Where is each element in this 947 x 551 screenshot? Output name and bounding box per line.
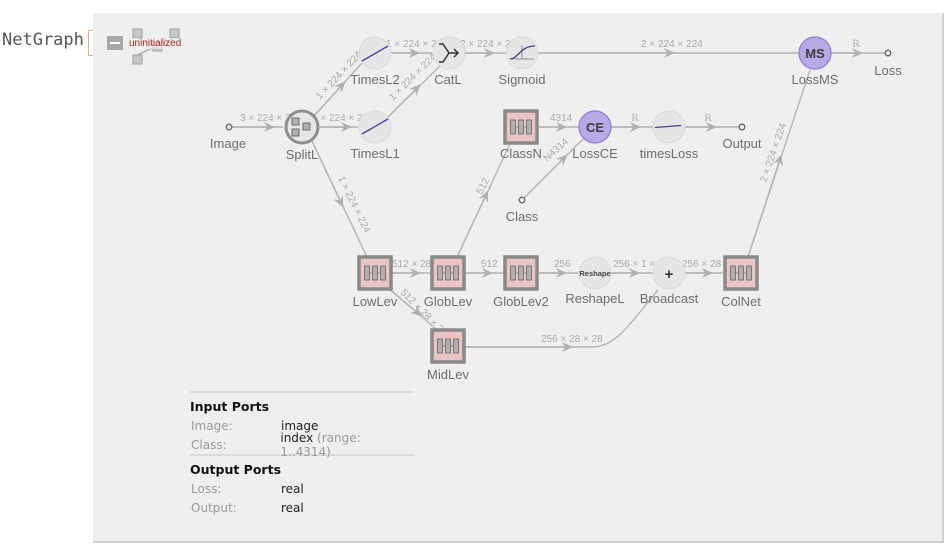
port-name: Loss: — [191, 481, 222, 496]
label-classn: ClassN — [500, 146, 542, 161]
label-loss: Loss — [874, 63, 902, 78]
label-globlev2: GlobLev2 — [493, 294, 549, 309]
label-lossms: LossMS — [792, 72, 839, 87]
node-classn[interactable] — [503, 109, 539, 145]
output-ports-title: Output Ports — [190, 462, 282, 477]
edge-label-globlev2-reshapel: 256 — [554, 259, 571, 270]
node-lossce[interactable]: CE — [578, 110, 612, 144]
node-sigmoid[interactable] — [505, 36, 539, 70]
label-colnet: ColNet — [721, 294, 761, 309]
label-catl: CatL — [434, 72, 461, 87]
node-globlev[interactable] — [430, 255, 466, 291]
ports-table: Input Ports Image: image Class: index (r… — [190, 391, 414, 517]
node-broadcast[interactable]: + — [652, 256, 686, 290]
port-class[interactable] — [518, 196, 526, 204]
port-image[interactable] — [225, 123, 233, 131]
label-class: Class — [506, 209, 539, 224]
node-colnet[interactable] — [723, 255, 759, 291]
port-type: real — [281, 481, 304, 496]
node-timesl1[interactable] — [358, 110, 392, 144]
label-timesloss: timesLoss — [640, 146, 699, 161]
edge-label-globlev-globlev2: 512 — [481, 259, 498, 270]
port-type-value: index — [280, 430, 314, 445]
node-globlev2[interactable] — [503, 255, 539, 291]
port-name: Output: — [191, 500, 237, 515]
node-catl[interactable] — [432, 36, 466, 70]
divider — [190, 391, 414, 393]
edge-label-colnet-lossms: 2 × 224 × 224 — [758, 122, 789, 184]
node-timesloss[interactable] — [652, 110, 686, 144]
edge-label-lossms-loss: ℝ — [852, 39, 860, 50]
label-lowlev: LowLev — [353, 294, 398, 309]
label-timesl1: TimesL1 — [350, 146, 399, 161]
ce-glyph: CE — [586, 120, 604, 135]
port-type: real — [281, 500, 304, 515]
label-splitl: SplitL — [286, 147, 319, 162]
node-lowlev[interactable] — [357, 255, 393, 291]
edge-label-splitl-lowlev: 1 × 224 × 224 — [335, 174, 372, 235]
port-row: Output: real — [190, 498, 414, 517]
label-reshapel: ReshapeL — [565, 291, 624, 306]
ms-glyph: MS — [805, 46, 825, 61]
graph-canvas: 3 × 224 × 224 1 × 224 × 224 1 × 224 × 22… — [210, 36, 902, 382]
label-sigmoid: Sigmoid — [499, 72, 546, 87]
reshape-glyph: Reshape — [579, 269, 610, 278]
label-timesl2: TimesL2 — [350, 72, 399, 87]
label-image: Image — [210, 136, 246, 151]
port-loss[interactable] — [884, 49, 892, 57]
node-lossms[interactable]: MS — [798, 36, 832, 70]
edge-label-classn-lossce: 4314 — [550, 113, 573, 124]
port-row: Loss: real — [190, 479, 414, 498]
input-ports-title: Input Ports — [190, 399, 270, 414]
edge-label-midlev-broadcast: 256 × 28 × 28 — [541, 334, 603, 345]
node-splitl[interactable] — [284, 109, 320, 145]
edge-label-timesloss-output: ℝ — [704, 113, 712, 124]
port-output[interactable] — [738, 123, 746, 131]
edge-label-lossce-timesloss: ℝ — [631, 113, 639, 124]
plus-glyph: + — [665, 266, 674, 283]
port-type: index (range: 1..4314) — [280, 431, 414, 459]
label-output: Output — [722, 136, 761, 151]
label-lossce: LossCE — [572, 146, 618, 161]
label-globlev: GlobLev — [424, 294, 473, 309]
label-broadcast: Broadcast — [640, 291, 699, 306]
edge-label-sigmoid-lossms: 2 × 224 × 224 — [641, 39, 703, 50]
node-midlev[interactable] — [430, 328, 466, 364]
edge-label-class-lossce: N4314 — [542, 136, 572, 164]
node-reshapel[interactable]: Reshape — [578, 256, 612, 290]
node-timesl2[interactable] — [358, 36, 392, 70]
port-name: Class: — [191, 437, 227, 452]
port-row: Class: index (range: 1..4314) — [190, 431, 414, 459]
edge-label-globlev-classn: 512 — [475, 176, 492, 196]
label-midlev: MidLev — [427, 367, 469, 382]
port-name: Image: — [191, 418, 233, 433]
